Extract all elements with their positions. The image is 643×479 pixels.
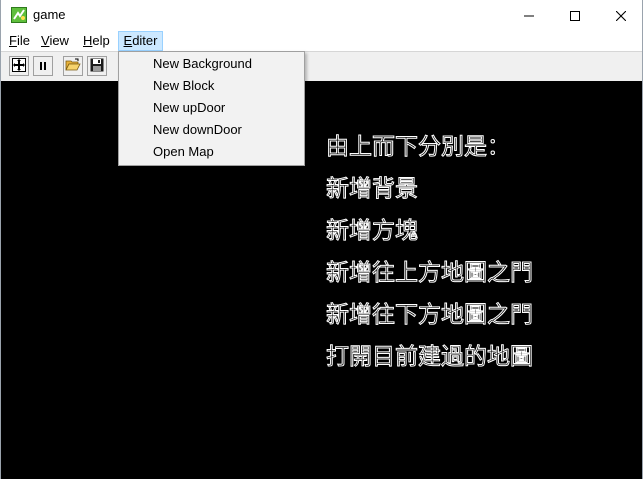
save-button[interactable] — [87, 56, 107, 76]
add-grid-button[interactable] — [9, 56, 29, 76]
menu-item-new-downdoor[interactable]: New downDoor — [153, 119, 242, 141]
menu-item-open-map[interactable]: Open Map — [153, 141, 214, 163]
editer-dropdown-menu: New Background New Block New upDoor New … — [118, 51, 305, 166]
instruction-line-downdoor: 新增往下方地圖之門 — [326, 302, 534, 329]
menu-item-new-updoor[interactable]: New upDoor — [153, 97, 225, 119]
menu-help[interactable]: Help — [83, 31, 110, 51]
menu-help-mnemonic: H — [83, 33, 93, 48]
window-title: game — [33, 7, 66, 22]
menu-help-label: elp — [92, 33, 110, 48]
menu-bar: File View Help Editer — [1, 31, 642, 51]
close-button[interactable] — [598, 0, 643, 31]
menu-view[interactable]: View — [41, 31, 69, 51]
open-folder-icon — [65, 57, 81, 76]
save-disk-icon — [90, 57, 104, 76]
instruction-line-background: 新增背景 — [326, 176, 419, 203]
open-folder-button[interactable] — [63, 56, 83, 76]
menu-editer-label: diter — [132, 33, 158, 48]
menu-item-new-block[interactable]: New Block — [153, 75, 214, 97]
menu-editer[interactable]: Editer — [118, 31, 163, 51]
minimize-icon — [524, 6, 534, 25]
instruction-line-heading: 由上而下分別是： — [326, 134, 511, 161]
toolbar — [1, 51, 642, 81]
title-bar[interactable]: game — [1, 0, 642, 31]
minimize-button[interactable] — [506, 0, 552, 31]
menu-file-mnemonic: F — [9, 33, 17, 48]
menu-file[interactable]: File — [9, 31, 30, 51]
menu-file-label: ile — [16, 33, 30, 48]
pause-button[interactable] — [33, 56, 53, 76]
close-icon — [615, 6, 627, 25]
menu-item-new-background[interactable]: New Background — [153, 53, 252, 75]
add-grid-icon — [12, 57, 26, 76]
menu-editer-mnemonic: E — [123, 33, 133, 48]
instruction-line-updoor: 新增往上方地圖之門 — [326, 260, 534, 287]
pause-icon — [37, 57, 49, 76]
game-canvas[interactable]: 由上而下分別是： 新增背景 新增方塊 新增往上方地圖之門 新增往下方地圖之門 打… — [1, 81, 642, 479]
app-window: game File View Help Editer 由上而下分別是： 新增背景… — [0, 0, 643, 479]
instruction-line-block: 新增方塊 — [326, 218, 419, 245]
instruction-line-openmap: 打開目前建過的地圖 — [326, 344, 534, 371]
maximize-button[interactable] — [552, 0, 598, 31]
maximize-icon — [570, 6, 580, 25]
game-app-icon — [11, 7, 27, 23]
menu-view-label: iew — [49, 33, 69, 48]
